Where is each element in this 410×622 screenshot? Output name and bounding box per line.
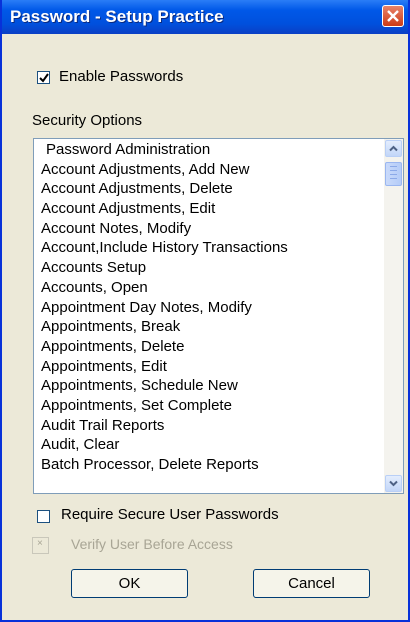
- scroll-down-button[interactable]: [385, 475, 402, 492]
- verify-user-mark: ×: [37, 538, 43, 549]
- list-item[interactable]: Accounts, Open: [34, 278, 382, 298]
- security-options-label: Security Options: [32, 112, 143, 129]
- verify-user-label: Verify User Before Access: [71, 536, 233, 552]
- scroll-up-button[interactable]: [385, 140, 402, 157]
- password-setup-dialog: Password - Setup Practice Enable Passwor…: [0, 0, 410, 622]
- enable-passwords-checkbox[interactable]: [37, 71, 50, 84]
- scroll-down-icon: [389, 480, 398, 487]
- list-item[interactable]: Accounts Setup: [34, 258, 382, 278]
- require-secure-checkbox[interactable]: [37, 510, 50, 523]
- security-options-list[interactable]: Password Administration Account Adjustme…: [33, 138, 404, 494]
- list-item[interactable]: Password Administration: [34, 140, 382, 160]
- require-secure-label[interactable]: Require Secure User Passwords: [61, 506, 279, 523]
- list-item[interactable]: Account Notes, Modify: [34, 219, 382, 239]
- title-bar[interactable]: Password - Setup Practice: [2, 0, 408, 34]
- close-icon: [387, 10, 399, 22]
- ok-button[interactable]: OK: [71, 569, 188, 598]
- list-item[interactable]: Appointment Day Notes, Modify: [34, 298, 382, 318]
- cancel-button[interactable]: Cancel: [253, 569, 370, 598]
- list-item[interactable]: Appointments, Schedule New: [34, 376, 382, 396]
- vertical-scrollbar[interactable]: [384, 139, 403, 493]
- list-item[interactable]: Account Adjustments, Edit: [34, 199, 382, 219]
- verify-user-button: ×: [32, 537, 49, 554]
- scroll-up-icon: [389, 145, 398, 152]
- list-item[interactable]: Appointments, Break: [34, 317, 382, 337]
- list-item[interactable]: Batch Processor, Delete Reports: [34, 455, 382, 475]
- list-item[interactable]: Account Adjustments, Delete: [34, 179, 382, 199]
- list-item[interactable]: Account Adjustments, Add New: [34, 160, 382, 180]
- list-item[interactable]: Audit, Clear: [34, 435, 382, 455]
- list-item[interactable]: Audit Trail Reports: [34, 416, 382, 436]
- list-items: Password Administration Account Adjustme…: [34, 140, 382, 475]
- enable-passwords-label[interactable]: Enable Passwords: [59, 68, 183, 85]
- list-item[interactable]: Account,Include History Transactions: [34, 238, 382, 258]
- list-item[interactable]: Appointments, Edit: [34, 357, 382, 377]
- list-item[interactable]: Appointments, Set Complete: [34, 396, 382, 416]
- window-title: Password - Setup Practice: [10, 7, 224, 26]
- close-button[interactable]: [382, 5, 404, 27]
- scroll-thumb[interactable]: [385, 162, 402, 186]
- list-item[interactable]: Appointments, Delete: [34, 337, 382, 357]
- checkmark-icon: [39, 73, 49, 83]
